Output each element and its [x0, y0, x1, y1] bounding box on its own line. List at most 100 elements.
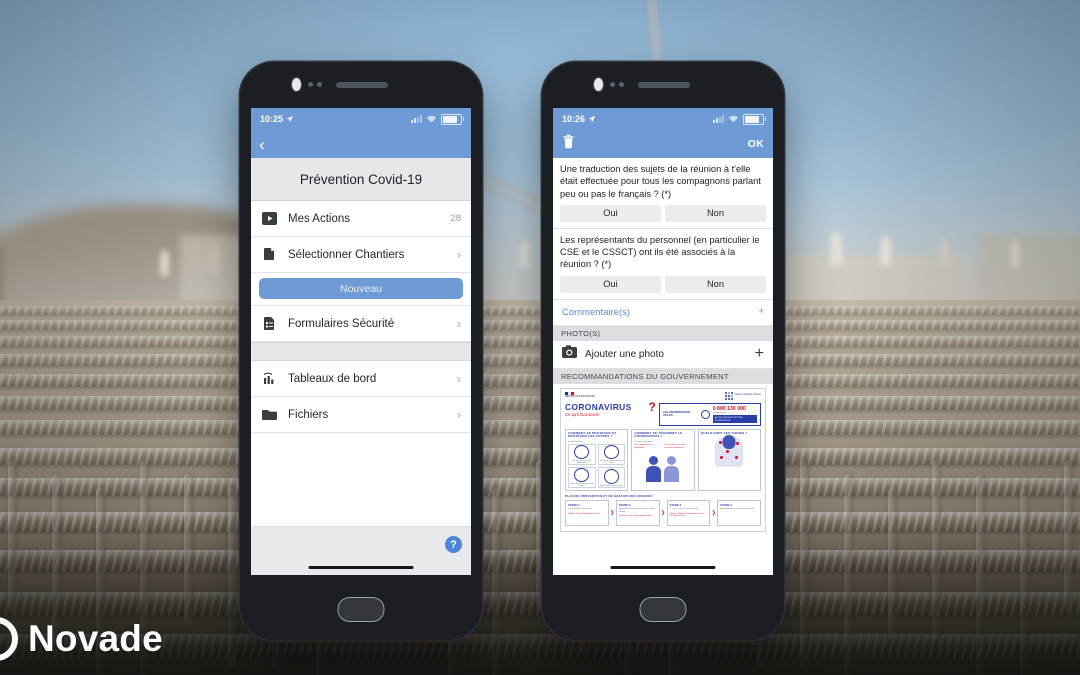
- ok-button[interactable]: OK: [748, 138, 764, 150]
- sidebar-item-formulaires-securite[interactable]: Formulaires Sécurité ›: [251, 306, 471, 342]
- column-title: COMMENT SE PROTÉGER ET PROTÉGER LES AUTR…: [568, 432, 625, 440]
- footer-bar: ?: [251, 526, 471, 575]
- symptom-dot: [719, 441, 722, 444]
- status-bar: 10:26: [553, 108, 773, 130]
- gesture-cell: Tousser ou éternuer dans son coude: [598, 444, 626, 465]
- location-arrow-icon: [286, 115, 294, 123]
- symptom-dot: [726, 450, 729, 453]
- symptom-dot: [720, 456, 723, 459]
- sidebar-item-fichiers[interactable]: Fichiers ›: [251, 397, 471, 433]
- question-block: Les représentants du personnel (en parti…: [553, 229, 773, 300]
- stage-name: STADE 2: [619, 503, 657, 507]
- plus-icon[interactable]: +: [755, 346, 764, 362]
- nav-bar: ‹: [251, 130, 471, 158]
- stage-objective: Objectif : Limiter la propagation du vir…: [619, 515, 657, 517]
- dots-icon: [725, 392, 733, 400]
- home-button[interactable]: [640, 597, 687, 622]
- stage-name: STADE 1: [568, 503, 606, 507]
- answer-option-oui[interactable]: Oui: [560, 205, 661, 222]
- column-title: COMMENT SE TRANSMET LE CORONAVIRUS ?: [634, 432, 691, 440]
- status-left: 10:25: [260, 114, 294, 124]
- gesture-cell: Utiliser des mouchoirs à usage unique: [568, 467, 596, 488]
- menu-label: Fichiers: [288, 409, 447, 421]
- body-illustration: [715, 437, 743, 467]
- transmission-bullets: Par la projection de gouttelettes Par le…: [634, 444, 691, 449]
- menu-label: Mes Actions: [288, 213, 440, 225]
- coronavirus-poster[interactable]: RÉPUBLIQUE FRANÇAISE Santé publique Fran…: [560, 388, 766, 533]
- add-photo-row[interactable]: Ajouter une photo +: [553, 341, 773, 369]
- empty-list-area: [251, 433, 471, 526]
- trash-icon[interactable]: [562, 134, 575, 154]
- new-button-wrap: Nouveau: [251, 273, 471, 306]
- right-screen: 10:26 OK Une traduction des sujets de la…: [553, 108, 773, 575]
- poster-column-symptoms: QUELS SONT LES SIGNES ?: [698, 429, 761, 492]
- stage-box: STADE 3 Le virus circule sur tout le ter…: [667, 500, 711, 526]
- answer-option-non[interactable]: Non: [665, 276, 766, 293]
- gesture-cell: Saluer sans se serrer la main: [598, 467, 626, 488]
- stage-desc: Le virus circule sur tout le territoire: [670, 508, 708, 510]
- arrow-right-icon: ❯: [711, 510, 716, 516]
- status-time: 10:25: [260, 114, 283, 124]
- copy-icon: [261, 246, 278, 263]
- wash-hands-icon: [574, 445, 589, 459]
- phone-top-bezel: [542, 62, 784, 108]
- stage-name: STADE 3: [670, 503, 708, 507]
- sidebar-item-tableaux-de-bord[interactable]: Tableaux de bord ›: [251, 361, 471, 397]
- plus-icon[interactable]: +: [758, 307, 764, 317]
- phone-bottom-bezel: [240, 575, 482, 640]
- status-time: 10:26: [562, 114, 585, 124]
- poster-columns: COMMENT SE PROTÉGER ET PROTÉGER LES AUTR…: [565, 429, 761, 492]
- back-chevron-icon[interactable]: ‹: [259, 136, 265, 153]
- chevron-right-icon: ›: [457, 371, 461, 386]
- battery-icon: [441, 114, 462, 125]
- phone-bottom-bezel: [542, 575, 784, 640]
- gesture-caption: Saluer sans se serrer la main: [600, 485, 623, 487]
- info-label: LES INFORMATIONS UTILES: [663, 411, 698, 418]
- nouveau-button[interactable]: Nouveau: [259, 278, 463, 299]
- bullet: Par la projection de gouttelettes: [634, 444, 661, 449]
- answer-segmented-control: Oui Non: [560, 276, 766, 293]
- stage-desc: Apparition de foyers/clusters sur le ter…: [619, 508, 657, 513]
- stage-objective: Objectif : Réduire les conséquences de l…: [670, 513, 708, 518]
- battery-icon: [743, 114, 764, 125]
- comment-row[interactable]: Commentaire(s) +: [553, 300, 773, 326]
- logo-ring-icon: [0, 617, 18, 661]
- status-left: 10:26: [562, 114, 596, 124]
- menu-group-3: Tableaux de bord › Fichiers ›: [251, 361, 471, 433]
- stage-box: STADE 4 Accompagnement du retour à la no…: [717, 500, 761, 526]
- front-camera-icon: [594, 78, 603, 91]
- answer-option-non[interactable]: Non: [665, 205, 766, 222]
- sidebar-item-selectionner-chantiers[interactable]: Sélectionner Chantiers ›: [251, 237, 471, 273]
- chevron-right-icon: ›: [457, 247, 461, 262]
- home-button[interactable]: [338, 597, 385, 622]
- phone-top-bezel: [240, 62, 482, 108]
- menu-group-2: Formulaires Sécurité ›: [251, 306, 471, 342]
- republique-francaise-logo: RÉPUBLIQUE FRANÇAISE: [565, 392, 595, 399]
- stage-box: STADE 2 Apparition de foyers/clusters su…: [616, 500, 660, 526]
- stages-row: STADE 1 Cas importés sur le territoire O…: [565, 500, 761, 526]
- answer-option-oui[interactable]: Oui: [560, 276, 661, 293]
- poster-column-protection: COMMENT SE PROTÉGER ET PROTÉGER LES AUTR…: [565, 429, 628, 492]
- person-figure: [646, 456, 661, 482]
- form-toolbar: OK: [553, 130, 773, 158]
- earpiece-speaker: [638, 82, 690, 88]
- chevron-right-icon: ›: [457, 407, 461, 422]
- sidebar-item-mes-actions[interactable]: Mes Actions 28: [251, 201, 471, 237]
- novade-logo: Novade: [0, 617, 163, 661]
- worker-silhouette: [830, 232, 842, 266]
- poster-column-transmission: COMMENT SE TRANSMET LE CORONAVIRUS ? Par…: [631, 429, 694, 492]
- worker-silhouette: [880, 236, 891, 266]
- column-note: Par voie respiratoire: [634, 441, 691, 443]
- stage-name: STADE 4: [720, 503, 758, 507]
- question-block: Une traduction des sujets de la réunion …: [553, 158, 773, 229]
- arrow-right-icon: ❯: [610, 510, 615, 516]
- play-square-icon: [261, 210, 278, 227]
- form-document-icon: [261, 315, 278, 332]
- gesture-caption: Se laver les mains très régulièrement: [569, 460, 595, 464]
- poster-title: CORONAVIRUS: [565, 403, 643, 411]
- help-button[interactable]: ?: [445, 536, 462, 553]
- background-photo: [0, 0, 1080, 675]
- gov-url: gouvernement.fr/info-coronavirus: [713, 415, 757, 423]
- signal-bars-icon: [713, 115, 724, 123]
- symptom-dot: [735, 456, 738, 459]
